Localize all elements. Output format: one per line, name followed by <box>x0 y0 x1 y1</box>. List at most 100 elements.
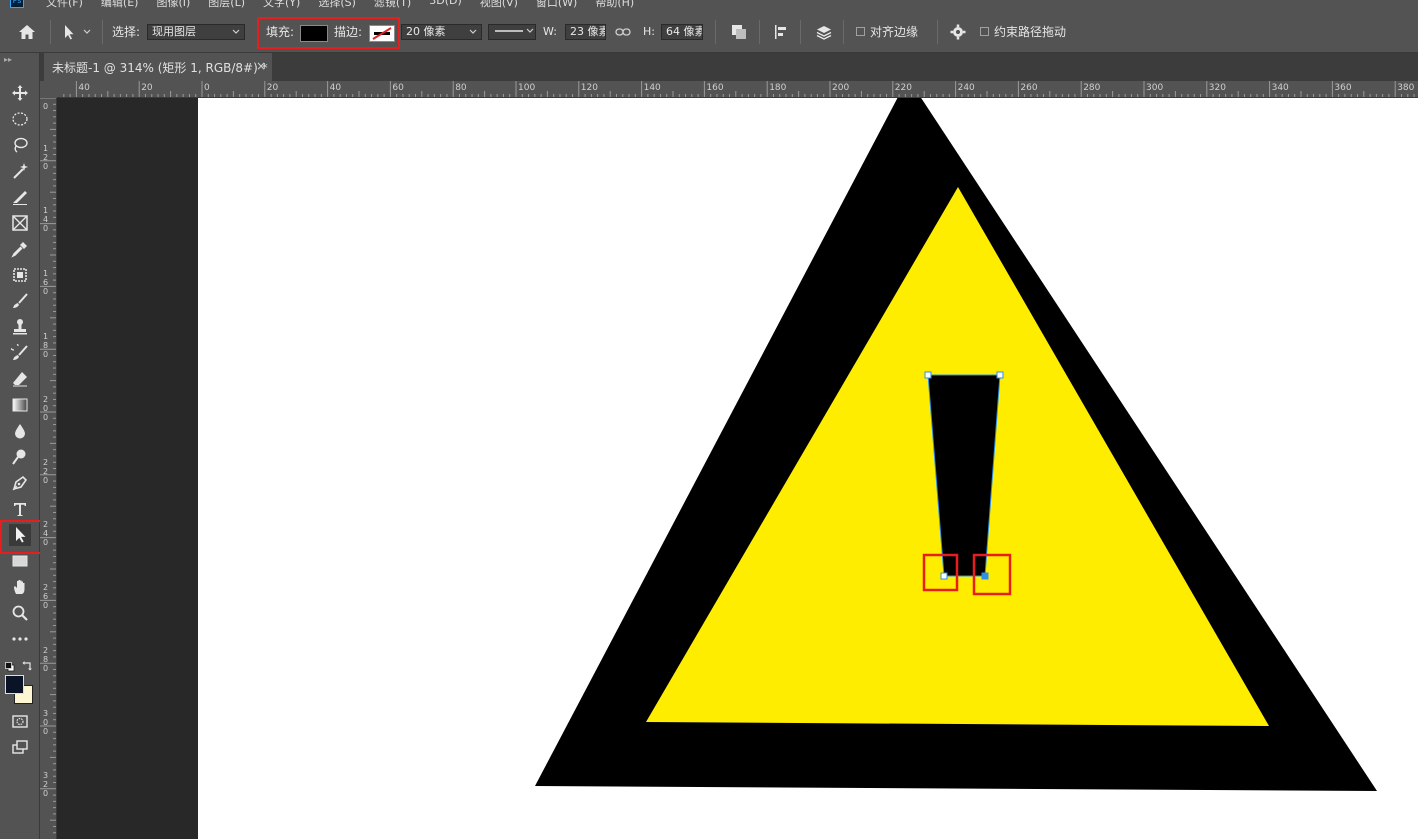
width-field[interactable]: 23 像素 <box>565 24 606 40</box>
tool-dodge[interactable] <box>9 446 31 468</box>
tools-panel: ▸▸ <box>0 53 60 839</box>
ruler-label: 340 <box>1271 83 1289 93</box>
tool-elliptical-marquee[interactable] <box>9 108 31 130</box>
stroke-type-dropdown[interactable] <box>488 24 536 40</box>
vertical-ruler[interactable]: 0 120 140 160 180 200 220 240 260 280 300 320 <box>40 98 57 839</box>
height-field[interactable]: 64 像素 <box>661 24 703 40</box>
home-button[interactable] <box>17 10 37 53</box>
tool-brush[interactable] <box>9 290 31 312</box>
home-icon <box>19 24 35 39</box>
menu-window[interactable]: 窗口(W) <box>536 0 577 10</box>
select-label: 选择: <box>112 25 141 39</box>
tool-eraser[interactable] <box>9 368 31 390</box>
select-dropdown[interactable]: 现用图层 <box>147 24 245 40</box>
tool-clone-stamp[interactable] <box>9 316 31 338</box>
stroke-color-swatch[interactable] <box>369 25 395 42</box>
menu-filter[interactable]: 滤镜(T) <box>374 0 411 10</box>
solid-line-icon <box>495 28 534 33</box>
ruler-label: 200 <box>43 395 49 422</box>
tool-hand[interactable] <box>9 576 31 598</box>
ruler-label: 40 <box>329 83 342 93</box>
gradient-icon <box>12 398 28 412</box>
tool-zoom[interactable] <box>9 602 31 624</box>
anchor-point[interactable] <box>940 572 948 580</box>
tool-slice[interactable] <box>9 186 31 208</box>
separator <box>937 20 938 44</box>
ruler-label: 200 <box>832 83 850 93</box>
blur-icon <box>15 424 25 439</box>
menu-help[interactable]: 帮助(H) <box>595 0 634 10</box>
tool-pen[interactable] <box>9 472 31 494</box>
constrain-path-checkbox[interactable]: 约束路径拖动 <box>980 10 1066 53</box>
default-colors-button[interactable] <box>5 657 15 676</box>
link-dimensions-button[interactable] <box>615 10 631 53</box>
tool-rectangle[interactable] <box>9 550 31 572</box>
separator <box>102 20 103 44</box>
ruler-label: 260 <box>43 583 49 610</box>
menu-type[interactable]: 文字(Y) <box>263 0 300 10</box>
checkbox-box[interactable] <box>980 27 989 36</box>
tool-lasso[interactable] <box>9 134 31 156</box>
tool-direct-selection[interactable] <box>9 524 31 546</box>
menu-3d[interactable]: 3D(D) <box>429 0 462 10</box>
tool-history-brush[interactable] <box>9 342 31 364</box>
tool-quick-mask[interactable] <box>9 710 31 732</box>
tool-gradient[interactable] <box>9 394 31 416</box>
fill-color-swatch[interactable] <box>300 25 328 42</box>
tool-magic-wand[interactable] <box>9 160 31 182</box>
options-bar: 选择: 现用图层 填充: 描边: 20 像素 W: 23 像素 H: 64 像素… <box>0 10 1418 53</box>
tool-preset-picker[interactable] <box>62 10 92 53</box>
anchor-point-selected[interactable] <box>981 572 989 580</box>
ruler-label: 140 <box>643 83 661 93</box>
default-colors-icon <box>5 662 15 672</box>
separator <box>715 20 716 44</box>
path-arrangement-button[interactable] <box>814 10 834 53</box>
tool-move[interactable] <box>9 82 31 104</box>
tool-more[interactable] <box>9 628 31 650</box>
ruler-label: 220 <box>894 83 912 93</box>
foreground-color-swatch[interactable] <box>5 675 24 694</box>
path-operations-button[interactable] <box>730 10 748 53</box>
anchor-point[interactable] <box>924 371 932 379</box>
ruler-label: 320 <box>1208 83 1226 93</box>
constrain-path-label: 约束路径拖动 <box>994 25 1067 39</box>
close-tab-button[interactable]: × <box>256 59 266 73</box>
ruler-label: 140 <box>43 206 49 233</box>
ruler-label: 180 <box>43 332 49 359</box>
path-alignment-button[interactable] <box>773 10 791 53</box>
menu-edit[interactable]: 编辑(E) <box>101 0 139 10</box>
ruler-label: 280 <box>1083 83 1101 93</box>
ruler-label: 40 <box>78 83 90 93</box>
path-options-button[interactable] <box>950 10 966 53</box>
align-edges-checkbox[interactable]: 对齐边缘 <box>856 10 918 53</box>
tool-screen-mode[interactable] <box>9 736 31 758</box>
menu-view[interactable]: 视图(V) <box>480 0 518 10</box>
ruler-label: 300 <box>43 709 49 736</box>
menu-file[interactable]: 文件(F) <box>46 0 83 10</box>
ruler-label: 80 <box>455 83 467 93</box>
menu-bar: Ps 文件(F) 编辑(E) 图像(I) 图层(L) 文字(Y) 选择(S) 滤… <box>0 0 1418 10</box>
menu-image[interactable]: 图像(I) <box>156 0 190 10</box>
panel-grip-icon[interactable]: ▸▸ <box>4 55 12 64</box>
canvas-area[interactable] <box>57 98 1418 839</box>
document-tab-bar: 未标题-1 @ 314% (矩形 1, RGB/8#) * × <box>40 53 1418 81</box>
swap-colors-button[interactable] <box>22 656 33 675</box>
screen-mode-icon <box>12 740 28 754</box>
stroke-width-field[interactable]: 20 像素 <box>401 24 482 40</box>
document-canvas[interactable] <box>198 98 1418 839</box>
horizontal-ruler[interactable]: 40 20 0 20 40 60 80 100 120 140 160 180 200 220 240 260… <box>57 81 1418 98</box>
checkbox-box[interactable] <box>856 27 865 36</box>
anchor-point[interactable] <box>996 371 1004 379</box>
menu-layer[interactable]: 图层(L) <box>208 0 245 10</box>
gear-icon <box>950 24 966 39</box>
tool-blur[interactable] <box>9 420 31 442</box>
tool-type[interactable] <box>9 498 31 520</box>
document-tab[interactable]: 未标题-1 @ 314% (矩形 1, RGB/8#) * × <box>44 53 272 81</box>
menu-select[interactable]: 选择(S) <box>318 0 356 10</box>
separator <box>759 20 760 44</box>
rectangle-icon <box>12 555 28 567</box>
tool-crop[interactable] <box>9 264 31 286</box>
tool-eyedropper[interactable] <box>9 238 31 260</box>
ruler-label: 220 <box>43 458 49 485</box>
tool-frame[interactable] <box>9 212 31 234</box>
